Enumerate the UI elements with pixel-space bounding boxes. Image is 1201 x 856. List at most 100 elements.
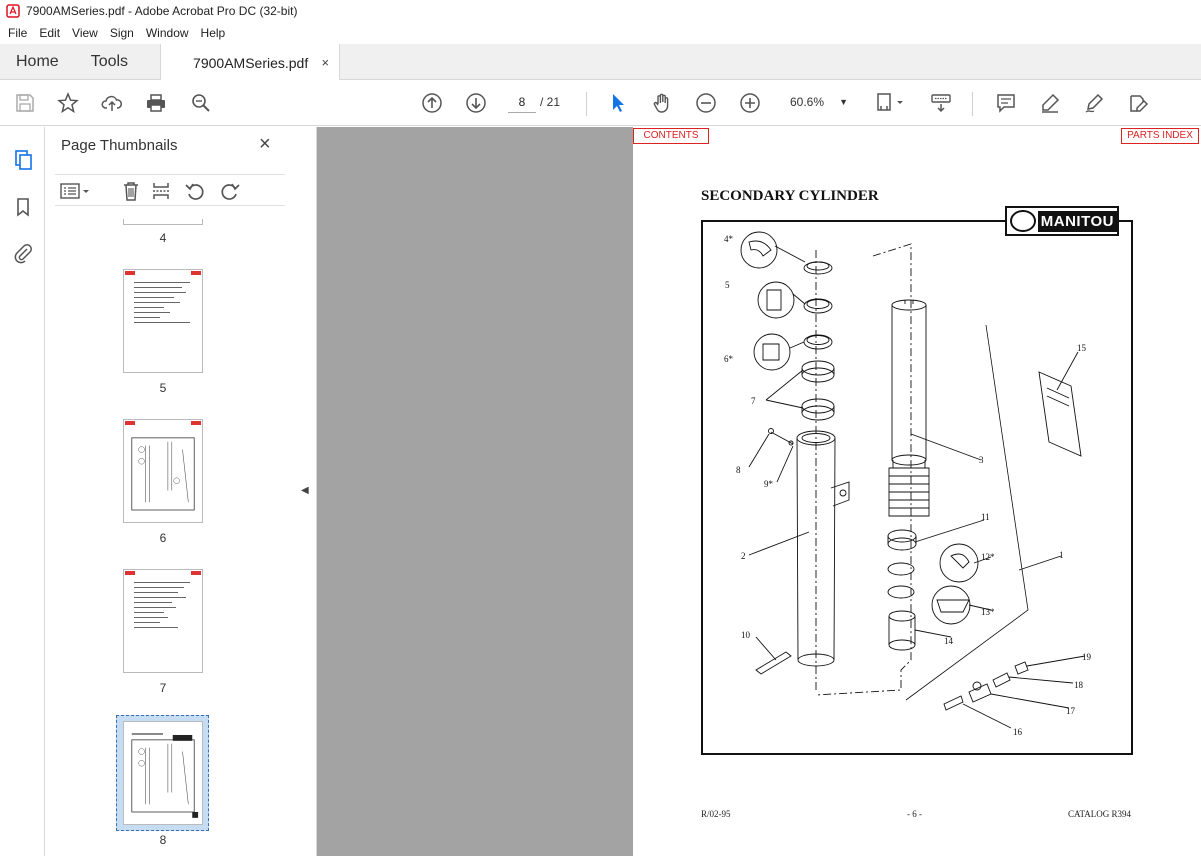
menu-file[interactable]: File — [2, 26, 33, 40]
menu-window[interactable]: Window — [140, 26, 195, 40]
part-label: 4* — [724, 234, 734, 244]
arrow-down-circle-icon — [466, 93, 486, 113]
find-button[interactable] — [188, 90, 214, 116]
thumbnail-page-5[interactable] — [123, 269, 203, 373]
thumbnail-page-6[interactable] — [123, 419, 203, 523]
save-icon — [16, 94, 34, 112]
exploded-view-drawing: 4* 5 6* 7 8 9* 2 10 3 15 11 12* 1 13* 14… — [724, 231, 1092, 737]
panel-close-icon[interactable]: × — [259, 133, 271, 156]
select-tool-button[interactable] — [605, 90, 631, 116]
logo-text: MANITOU — [1037, 210, 1117, 232]
thumbnail-label: 5 — [159, 381, 167, 395]
thumbnail-page-8[interactable] — [123, 721, 203, 825]
previous-page-button[interactable] — [419, 90, 445, 116]
page-thumbnails-button[interactable] — [10, 147, 36, 173]
rotate-right-icon — [221, 183, 240, 200]
printer-icon — [147, 94, 165, 112]
bookmark-star-button[interactable] — [55, 90, 81, 116]
page-number-input[interactable]: 8 — [508, 91, 536, 113]
thumbnail-red-tag — [191, 571, 201, 575]
window-title: 7900AMSeries.pdf - Adobe Acrobat Pro DC … — [26, 4, 298, 18]
thumbnail-options-button[interactable] — [59, 180, 93, 202]
page-fit-button[interactable] — [872, 90, 908, 116]
menu-help[interactable]: Help — [195, 26, 232, 40]
zoom-search-icon — [192, 94, 210, 112]
part-label: 18 — [1074, 680, 1084, 690]
trash-icon — [124, 182, 138, 201]
document-viewer[interactable]: CONTENTS PARTS INDEX SECONDARY CYLINDER — [317, 127, 1201, 856]
thumbnail-label: 6 — [159, 531, 167, 545]
tab-document[interactable]: 7900AMSeries.pdf × — [160, 44, 341, 81]
extract-pages-button[interactable] — [149, 180, 173, 202]
upload-button[interactable] — [99, 90, 125, 116]
zoom-level-select[interactable]: 60.6% ▼ — [782, 91, 852, 113]
menu-view[interactable]: View — [66, 26, 104, 40]
thumbnail-page-7[interactable] — [123, 569, 203, 673]
part-label: 13* — [981, 607, 995, 617]
part-label: 2 — [741, 551, 746, 561]
footer-center: - 6 - — [907, 809, 922, 819]
zoom-in-button[interactable] — [737, 90, 763, 116]
cursor-arrow-icon — [613, 94, 624, 112]
contents-link[interactable]: CONTENTS — [633, 128, 709, 144]
menu-sign[interactable]: Sign — [104, 26, 140, 40]
tab-close-icon[interactable]: × — [321, 55, 329, 70]
plus-circle-icon — [740, 93, 760, 113]
menu-bar: File Edit View Sign Window Help — [0, 22, 1201, 44]
part-label: 8 — [736, 465, 741, 475]
thumbnail-drawing — [131, 437, 195, 511]
parts-index-link[interactable]: PARTS INDEX — [1121, 128, 1199, 144]
attachments-button[interactable] — [10, 240, 36, 266]
rotate-left-icon — [185, 183, 204, 200]
toolbar-divider — [972, 92, 973, 116]
thumbnail-list: 4 5 6 7 8 — [45, 219, 277, 856]
manitou-emblem-icon — [1010, 210, 1036, 232]
toolbar-divider — [586, 92, 587, 116]
rotate-counterclockwise-button[interactable] — [183, 180, 207, 202]
part-label: 3 — [979, 455, 984, 465]
part-label: 19 — [1082, 652, 1092, 662]
sign-button[interactable] — [1081, 90, 1107, 116]
page-thumbnails-icon — [15, 150, 32, 170]
part-label: 6* — [724, 354, 734, 364]
part-label: 12* — [981, 552, 995, 562]
comment-button[interactable] — [993, 90, 1019, 116]
thumbnail-red-tag — [125, 271, 135, 275]
pdf-page: CONTENTS PARTS INDEX SECONDARY CYLINDER — [633, 127, 1201, 856]
highlight-button[interactable] — [1037, 90, 1063, 116]
part-label: 15 — [1077, 343, 1087, 353]
bookmark-icon — [17, 198, 29, 217]
part-label: 5 — [725, 280, 730, 290]
thumbnail-page-4[interactable] — [123, 219, 203, 225]
fit-page-icon — [877, 93, 903, 111]
next-page-button[interactable] — [463, 90, 489, 116]
thumbnail-toolbar — [55, 174, 285, 206]
rotate-clockwise-button[interactable] — [218, 180, 242, 202]
part-label: 10 — [741, 630, 751, 640]
options-menu-icon — [60, 183, 89, 199]
main-toolbar: 8 / 21 60.6% ▼ — [0, 80, 1201, 126]
title-bar: 7900AMSeries.pdf - Adobe Acrobat Pro DC … — [0, 0, 1201, 22]
keyboard-scroll-icon — [931, 94, 951, 113]
collapse-panel-icon[interactable]: ◀ — [301, 485, 309, 496]
tab-tools[interactable]: Tools — [75, 44, 144, 79]
print-button[interactable] — [143, 90, 169, 116]
hand-tool-button[interactable] — [649, 90, 675, 116]
menu-edit[interactable]: Edit — [33, 26, 66, 40]
tab-home[interactable]: Home — [0, 44, 75, 79]
delete-pages-button[interactable] — [119, 180, 143, 202]
thumbnail-label: 7 — [159, 681, 167, 695]
zoom-out-button[interactable] — [693, 90, 719, 116]
minus-circle-icon — [696, 93, 716, 113]
arrow-up-circle-icon — [422, 93, 442, 113]
page-thumbnails-panel: Page Thumbnails × 4 5 6 7 8 — [45, 127, 335, 856]
part-label: 9* — [764, 479, 774, 489]
chevron-down-icon: ▼ — [839, 97, 848, 107]
scroll-mode-button[interactable] — [928, 90, 954, 116]
bookmarks-button[interactable] — [10, 194, 36, 220]
panel-splitter[interactable]: ◀ — [295, 127, 317, 856]
thumbnail-drawing — [131, 733, 199, 818]
acrobat-app-icon — [6, 4, 20, 18]
fill-sign-button[interactable] — [1125, 90, 1151, 116]
save-button[interactable] — [12, 90, 38, 116]
